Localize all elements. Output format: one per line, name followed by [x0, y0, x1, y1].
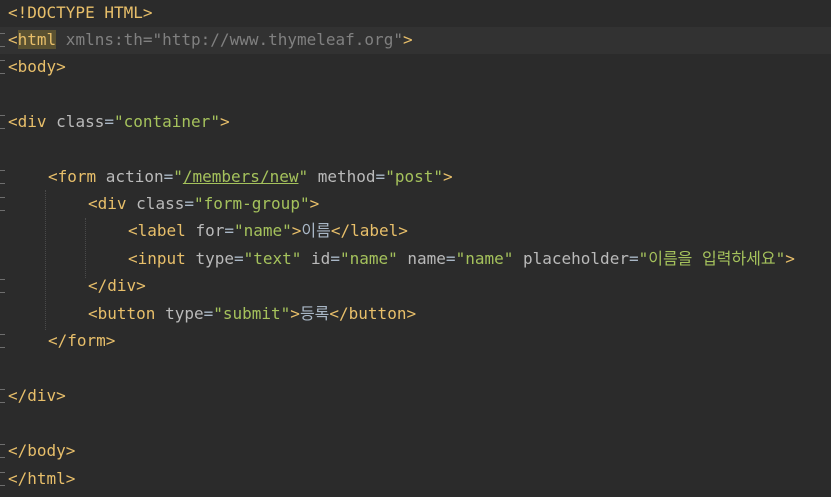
code-line-17[interactable]: </body>: [0, 438, 831, 465]
code-line-3[interactable]: <body>: [0, 54, 831, 81]
code-line-11[interactable]: </div>: [0, 273, 831, 300]
code-line-2[interactable]: <html xmlns:th="http://www.thymeleaf.org…: [0, 27, 831, 54]
html-tag-name-highlight: html: [17, 30, 57, 49]
doctype-declaration: <!DOCTYPE HTML>: [8, 3, 153, 22]
code-line-18[interactable]: </html>: [0, 466, 831, 493]
fold-marker-icon[interactable]: [0, 33, 5, 47]
fold-marker-icon[interactable]: [0, 279, 5, 293]
fold-marker-icon[interactable]: [0, 170, 5, 184]
code-line-15[interactable]: </div>: [0, 383, 831, 410]
fold-marker-icon[interactable]: [0, 472, 5, 486]
action-url-link: /members/new: [182, 167, 299, 186]
code-line-9[interactable]: <label for="name">이름</label>: [0, 218, 831, 245]
fold-marker-icon[interactable]: [0, 60, 5, 74]
code-line-8[interactable]: <div class="form-group">: [0, 191, 831, 218]
fold-marker-icon[interactable]: [0, 389, 5, 403]
code-line-12[interactable]: <button type="submit">등록</button>: [0, 301, 831, 328]
code-line-1[interactable]: <!DOCTYPE HTML>: [0, 0, 831, 27]
fold-marker-icon[interactable]: [0, 197, 5, 211]
code-line-13[interactable]: </form>: [0, 328, 831, 355]
code-line-5[interactable]: <div class="container">: [0, 109, 831, 136]
fold-marker-icon[interactable]: [0, 334, 5, 348]
code-line-10[interactable]: <input type="text" id="name" name="name"…: [0, 246, 831, 273]
fold-marker-icon[interactable]: [0, 115, 5, 129]
fold-marker-icon[interactable]: [0, 444, 5, 458]
code-editor[interactable]: <!DOCTYPE HTML> <html xmlns:th="http://w…: [0, 0, 831, 497]
code-line-7[interactable]: <form action="/members/new" method="post…: [0, 164, 831, 191]
